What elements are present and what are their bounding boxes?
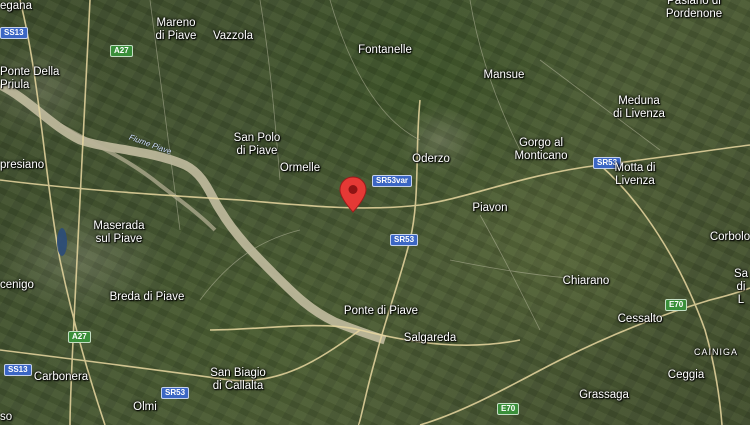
- place-label[interactable]: Carbonera: [34, 371, 88, 384]
- place-label[interactable]: Motta di Livenza: [615, 162, 656, 188]
- satellite-map[interactable]: Fiume Piave SS13 A27 SR53var SR53 SR53 A…: [0, 0, 750, 425]
- place-label[interactable]: Oderzo: [412, 153, 450, 166]
- place-label[interactable]: Olmi: [133, 401, 157, 414]
- place-label[interactable]: Corbolo: [710, 231, 750, 244]
- place-label[interactable]: Ceggia: [668, 369, 704, 382]
- place-label[interactable]: Salgareda: [404, 332, 456, 345]
- location-pin-icon[interactable]: [339, 176, 367, 214]
- place-label[interactable]: Mansue: [484, 69, 525, 82]
- place-label[interactable]: Piavon: [472, 202, 507, 215]
- road-shield-ss13: SS13: [4, 364, 32, 376]
- place-label[interactable]: San Polo di Piave: [234, 132, 281, 158]
- road-shield-e70: E70: [497, 403, 520, 415]
- place-label[interactable]: cenigo: [0, 279, 34, 292]
- place-label[interactable]: Pasiano di Pordenone: [666, 0, 722, 21]
- place-label[interactable]: so: [0, 411, 12, 424]
- place-label[interactable]: Vazzola: [213, 30, 253, 43]
- map-features: [0, 0, 750, 425]
- place-label[interactable]: presiano: [0, 159, 44, 172]
- road-shield-sr53: SR53: [390, 234, 419, 246]
- place-label[interactable]: Chiarano: [563, 275, 610, 288]
- place-label[interactable]: Ormelle: [280, 162, 320, 175]
- road-shield-sr53: SR53: [161, 387, 190, 399]
- place-label[interactable]: Fontanelle: [358, 44, 412, 57]
- place-label[interactable]: Ponte di Piave: [344, 305, 418, 318]
- place-label[interactable]: Mareno di Piave: [156, 17, 197, 43]
- roads: [0, 0, 750, 425]
- road-shield-sr53var: SR53var: [372, 175, 413, 187]
- place-label[interactable]: Sa di L: [734, 268, 748, 307]
- place-label[interactable]: San Biagio di Callalta: [210, 367, 266, 393]
- road-shield-a27: A27: [110, 45, 133, 57]
- place-label[interactable]: Ponte Della Priula: [0, 66, 59, 92]
- place-label[interactable]: Gorgo al Monticano: [514, 137, 567, 163]
- corner-area-label: CAINIGA: [693, 347, 739, 357]
- place-label[interactable]: egana: [0, 0, 32, 13]
- road-shield-ss13: SS13: [0, 27, 28, 39]
- place-label[interactable]: Maserada sul Piave: [93, 220, 144, 246]
- road-shield-a27: A27: [68, 331, 91, 343]
- place-label[interactable]: Meduna di Livenza: [613, 95, 665, 121]
- road-shield-e70: E70: [665, 299, 688, 311]
- place-label[interactable]: Breda di Piave: [110, 291, 185, 304]
- place-label[interactable]: Grassaga: [579, 389, 629, 402]
- place-label[interactable]: Cessalto: [618, 313, 663, 326]
